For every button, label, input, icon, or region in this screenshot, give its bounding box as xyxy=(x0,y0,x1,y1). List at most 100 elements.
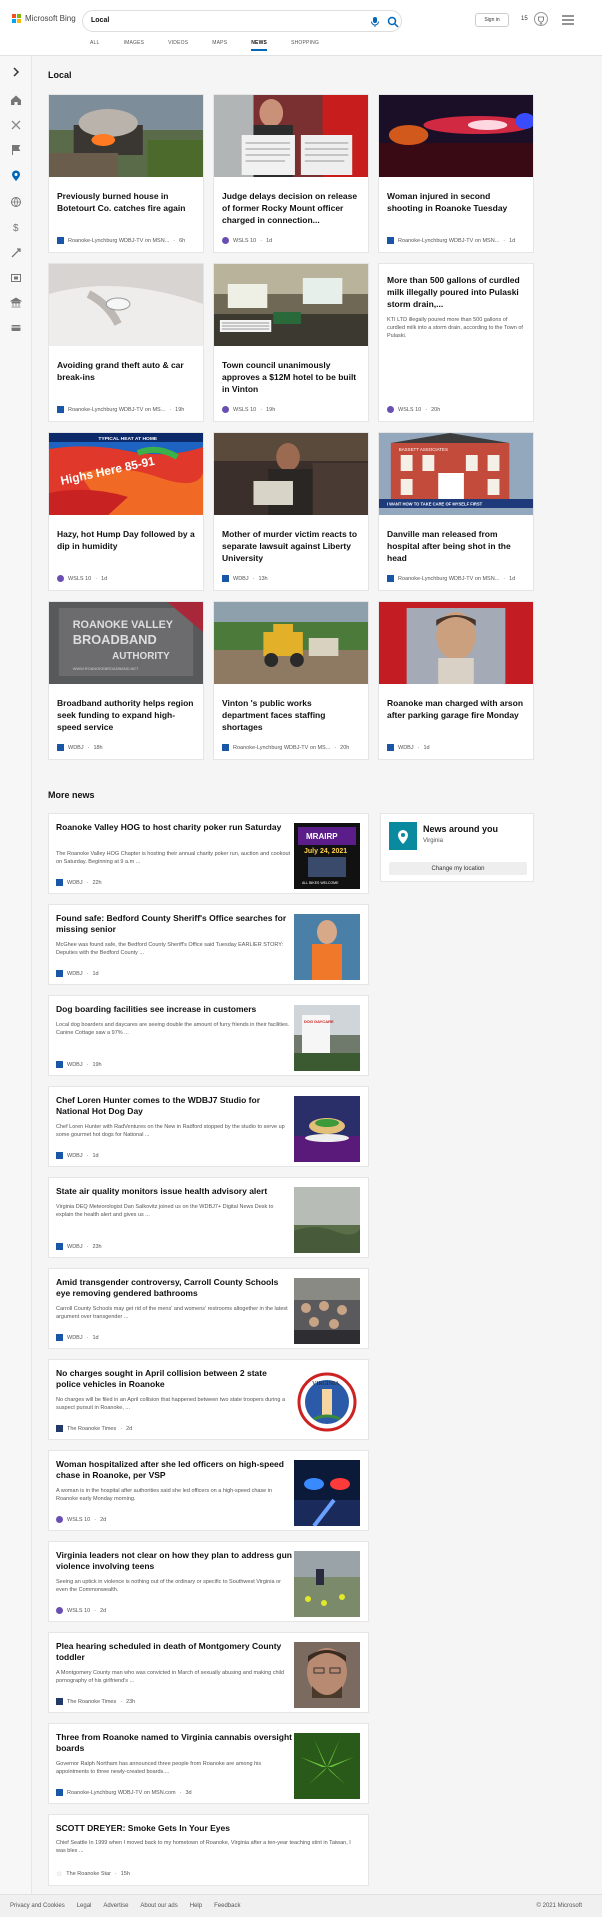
news-card[interactable]: TYPICAL HEAT AT HOME Highs Here 85-91 Haz… xyxy=(48,432,204,591)
tab-videos[interactable]: VIDEOS xyxy=(168,40,188,51)
item-title[interactable]: Three from Roanoke named to Virginia can… xyxy=(56,1732,292,1754)
news-around-you-panel: News around you Virginia Change my locat… xyxy=(380,813,534,882)
news-card[interactable]: Avoiding grand theft auto & car break-in… xyxy=(48,263,204,422)
card-title[interactable]: Judge delays decision on release of form… xyxy=(214,182,368,226)
item-description: No charges will be filed in an April col… xyxy=(56,1397,285,1411)
card-title[interactable]: Woman injured in second shooting in Roan… xyxy=(379,182,533,214)
item-title[interactable]: Roanoke Valley HOG to host charity poker… xyxy=(56,822,292,833)
footer-link-feedback[interactable]: Feedback xyxy=(214,1903,240,1909)
news-list-item[interactable]: Three from Roanoke named to Virginia can… xyxy=(48,1723,369,1804)
card-title[interactable]: Town council unanimously approves a $12M… xyxy=(214,351,368,395)
card-icon[interactable] xyxy=(10,322,22,334)
news-list-item[interactable]: SCOTT DREYER: Smoke Gets In Your Eyes Ch… xyxy=(48,1814,369,1886)
news-card[interactable]: Mother of murder victim reacts to separa… xyxy=(213,432,369,591)
card-title[interactable]: Broadband authority helps region seek fu… xyxy=(49,689,203,733)
search-input[interactable]: Local xyxy=(91,17,109,24)
item-title[interactable]: Amid transgender controversy, Carroll Co… xyxy=(56,1277,292,1299)
news-card[interactable]: Judge delays decision on release of form… xyxy=(213,94,369,253)
item-title[interactable]: SCOTT DREYER: Smoke Gets In Your Eyes xyxy=(56,1823,356,1834)
item-title[interactable]: Dog boarding facilities see increase in … xyxy=(56,1004,292,1015)
category-sidebar: $ xyxy=(0,56,32,1894)
card-title[interactable]: Danville man released from hospital afte… xyxy=(379,520,533,564)
news-card[interactable]: Vinton 's public works department faces … xyxy=(213,601,369,760)
sign-in-button[interactable]: Sign in xyxy=(475,13,509,27)
tab-shopping[interactable]: SHOPPING xyxy=(291,40,319,51)
footer-link-about-ads[interactable]: About our ads xyxy=(140,1903,177,1909)
news-card[interactable]: Roanoke man charged with arson after par… xyxy=(378,601,534,760)
news-list-item[interactable]: Woman hospitalized after she led officer… xyxy=(48,1450,369,1531)
globe-icon[interactable] xyxy=(10,196,22,208)
science-icon[interactable] xyxy=(10,247,22,259)
card-title[interactable]: Avoiding grand theft auto & car break-in… xyxy=(49,351,203,383)
item-source: WSLS 10 · 2d xyxy=(56,1607,106,1614)
copyright: © 2021 Microsoft xyxy=(536,1903,582,1909)
news-list-item[interactable]: No charges sought in April collision bet… xyxy=(48,1359,369,1440)
hamburger-menu-icon[interactable] xyxy=(562,15,574,25)
wdbj-logo-icon xyxy=(57,237,64,244)
mugshot-image xyxy=(379,602,533,684)
tab-maps[interactable]: MAPS xyxy=(212,40,227,51)
entertainment-icon[interactable] xyxy=(10,272,22,284)
wsls-logo-icon xyxy=(57,575,64,582)
tab-images[interactable]: IMAGES xyxy=(124,40,145,51)
item-title[interactable]: Virginia leaders not clear on how they p… xyxy=(56,1550,292,1572)
wdbj-logo-icon xyxy=(56,1243,63,1250)
footer-link-advertise[interactable]: Advertise xyxy=(103,1903,128,1909)
card-title[interactable]: Mother of murder victim reacts to separa… xyxy=(214,520,368,564)
bing-logo[interactable]: Microsoft Bing xyxy=(12,14,76,23)
item-source: The Roanoke Times · 2d xyxy=(56,1425,132,1432)
news-list-item[interactable]: Dog boarding facilities see increase in … xyxy=(48,995,369,1076)
news-card[interactable]: More than 500 gallons of curdled milk il… xyxy=(378,263,534,422)
change-location-button[interactable]: Change my location xyxy=(389,862,527,875)
money-icon[interactable]: $ xyxy=(10,221,22,233)
search-box[interactable]: Local xyxy=(82,10,402,32)
footer-link-legal[interactable]: Legal xyxy=(77,1903,92,1909)
card-source: Roanoke-Lynchburg WDBJ-TV on MS... · 19h xyxy=(57,406,184,413)
news-list-item[interactable]: Virginia leaders not clear on how they p… xyxy=(48,1541,369,1622)
card-source: Roanoke-Lynchburg WDBJ-TV on MSN... · 1d xyxy=(387,237,515,244)
item-title[interactable]: Plea hearing scheduled in death of Montg… xyxy=(56,1641,292,1663)
rewards-points[interactable]: 15 xyxy=(521,16,528,22)
news-card[interactable]: Town council unanimously approves a $12M… xyxy=(213,263,369,422)
news-list-item[interactable]: Roanoke Valley HOG to host charity poker… xyxy=(48,813,369,894)
news-list-item[interactable]: State air quality monitors issue health … xyxy=(48,1177,369,1258)
sports-icon[interactable] xyxy=(10,119,22,131)
news-card[interactable]: ROANOKE VALLEY BROADBAND AUTHORITY WWW.ROAN… xyxy=(48,601,204,760)
item-title[interactable]: No charges sought in April collision bet… xyxy=(56,1368,292,1390)
search-icon[interactable] xyxy=(387,16,399,28)
tab-news[interactable]: NEWS xyxy=(251,40,268,51)
politics-icon[interactable] xyxy=(10,297,22,309)
footer-link-help[interactable]: Help xyxy=(190,1903,202,1909)
wdbj-logo-icon xyxy=(387,237,394,244)
tab-all[interactable]: ALL xyxy=(90,40,100,51)
news-list-item[interactable]: Chef Loren Hunter comes to the WDBJ7 Stu… xyxy=(48,1086,369,1167)
news-list-item[interactable]: Plea hearing scheduled in death of Montg… xyxy=(48,1632,369,1713)
news-card[interactable]: Woman injured in second shooting in Roan… xyxy=(378,94,535,253)
location-icon[interactable] xyxy=(10,170,22,182)
card-title[interactable]: Vinton 's public works department faces … xyxy=(214,689,368,733)
chevron-right-icon[interactable] xyxy=(10,66,22,78)
card-title[interactable]: Hazy, hot Hump Day followed by a dip in … xyxy=(49,520,203,552)
card-title[interactable]: More than 500 gallons of curdled milk il… xyxy=(379,264,533,310)
defendant-photo-image xyxy=(294,1642,360,1708)
card-title[interactable]: Roanoke man charged with arson after par… xyxy=(379,689,533,721)
item-source: WDBJ · 22h xyxy=(56,879,102,886)
microphone-icon[interactable] xyxy=(370,16,380,28)
rewards-trophy-icon[interactable] xyxy=(534,12,548,26)
item-title[interactable]: Woman hospitalized after she led officer… xyxy=(56,1459,292,1481)
card-source: WSLS 10 · 1d xyxy=(222,237,272,244)
svg-text:$: $ xyxy=(13,223,19,233)
svg-text:I WANT HOW TO TAKE CARE OF MYS: I WANT HOW TO TAKE CARE OF MYSELF FIRST xyxy=(387,501,483,506)
item-title[interactable]: Found safe: Bedford County Sheriff's Off… xyxy=(56,913,292,935)
home-icon[interactable] xyxy=(10,94,22,106)
item-title[interactable]: Chef Loren Hunter comes to the WDBJ7 Stu… xyxy=(56,1095,292,1117)
footer-link-privacy[interactable]: Privacy and Cookies xyxy=(10,1903,65,1909)
svg-text:MRAIRP: MRAIRP xyxy=(306,832,338,841)
news-card[interactable]: BASSETT ASSOCIATES I WANT HOW TO TAKE CAR… xyxy=(378,432,534,591)
flag-icon[interactable] xyxy=(10,144,22,156)
news-list-item[interactable]: Amid transgender controversy, Carroll Co… xyxy=(48,1268,369,1349)
item-title[interactable]: State air quality monitors issue health … xyxy=(56,1186,292,1197)
card-title[interactable]: Previously burned house in Botetourt Co.… xyxy=(49,182,203,214)
news-card[interactable]: Previously burned house in Botetourt Co.… xyxy=(48,94,204,253)
news-list-item[interactable]: Found safe: Bedford County Sheriff's Off… xyxy=(48,904,369,985)
